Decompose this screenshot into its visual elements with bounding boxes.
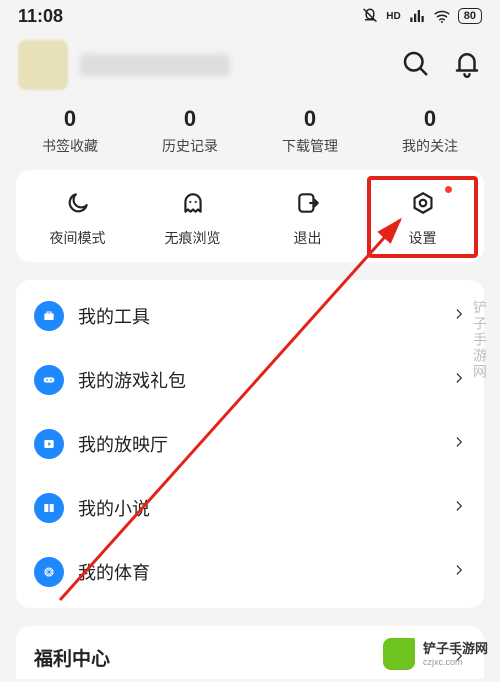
stats-row: 0 书签收藏 0 历史记录 0 下载管理 0 我的关注: [0, 100, 500, 170]
stat-label: 书签收藏: [10, 136, 130, 156]
row-my-novel[interactable]: 我的小说: [16, 476, 484, 540]
row-label: 我的放映厅: [78, 431, 438, 457]
play-icon: [34, 429, 64, 459]
row-label: 我的游戏礼包: [78, 367, 438, 393]
gamepad-icon: [34, 365, 64, 395]
username[interactable]: [80, 54, 230, 76]
search-icon[interactable]: [400, 48, 430, 83]
mute-icon: [361, 7, 379, 25]
avatar[interactable]: [18, 40, 68, 90]
stat-bookmarks[interactable]: 0 书签收藏: [10, 106, 130, 156]
gear-icon: [365, 188, 480, 218]
row-my-game-pack[interactable]: 我的游戏礼包: [16, 348, 484, 412]
row-label: 我的体育: [78, 559, 438, 585]
stat-downloads[interactable]: 0 下载管理: [250, 106, 370, 156]
chevron-right-icon: [452, 435, 466, 454]
watermark-logo: 铲子手游网 czjxc.com: [383, 638, 488, 670]
row-my-theater[interactable]: 我的放映厅: [16, 412, 484, 476]
status-bar: 11:08 HD 80: [0, 0, 500, 32]
action-label: 无痕浏览: [135, 228, 250, 248]
status-icons: HD 80: [361, 7, 482, 25]
shovel-logo-icon: [383, 638, 415, 670]
notification-icon[interactable]: [452, 48, 482, 83]
chevron-right-icon: [452, 499, 466, 518]
basketball-icon: [34, 557, 64, 587]
quick-actions-panel: 夜间模式 无痕浏览 退出 设置: [16, 170, 484, 262]
status-time: 11:08: [18, 6, 63, 27]
incognito-button[interactable]: 无痕浏览: [135, 188, 250, 248]
chevron-right-icon: [452, 371, 466, 390]
row-my-sports[interactable]: 我的体育: [16, 540, 484, 604]
notification-dot: [445, 186, 452, 193]
ghost-icon: [135, 188, 250, 218]
exit-icon: [250, 188, 365, 218]
watermark-text: 铲子手游网: [470, 300, 490, 380]
stat-following[interactable]: 0 我的关注: [370, 106, 490, 156]
row-label: 我的工具: [78, 303, 438, 329]
wifi-icon: [433, 7, 451, 25]
action-label: 夜间模式: [20, 228, 135, 248]
stat-value: 0: [250, 106, 370, 132]
exit-button[interactable]: 退出: [250, 188, 365, 248]
action-label: 退出: [250, 228, 365, 248]
stat-label: 历史记录: [130, 136, 250, 156]
header: [0, 32, 500, 100]
stat-history[interactable]: 0 历史记录: [130, 106, 250, 156]
night-mode-button[interactable]: 夜间模式: [20, 188, 135, 248]
battery-indicator: 80: [458, 8, 482, 24]
chevron-right-icon: [452, 307, 466, 326]
stat-value: 0: [130, 106, 250, 132]
stat-value: 0: [370, 106, 490, 132]
logo-text: 铲子手游网: [423, 641, 488, 657]
stat-value: 0: [10, 106, 130, 132]
settings-button[interactable]: 设置: [365, 188, 480, 248]
hd-indicator: HD: [386, 11, 400, 22]
stat-label: 下载管理: [250, 136, 370, 156]
section-label: 福利中心: [34, 644, 110, 671]
logo-url: czjxc.com: [423, 657, 488, 667]
signal-icon: [408, 7, 426, 25]
stat-label: 我的关注: [370, 136, 490, 156]
book-icon: [34, 493, 64, 523]
tools-icon: [34, 301, 64, 331]
action-label: 设置: [365, 228, 480, 248]
chevron-right-icon: [452, 563, 466, 582]
row-my-tools[interactable]: 我的工具: [16, 284, 484, 348]
row-label: 我的小说: [78, 495, 438, 521]
my-items-panel: 我的工具 我的游戏礼包 我的放映厅 我的小说 我的体育: [16, 280, 484, 608]
moon-icon: [20, 188, 135, 218]
